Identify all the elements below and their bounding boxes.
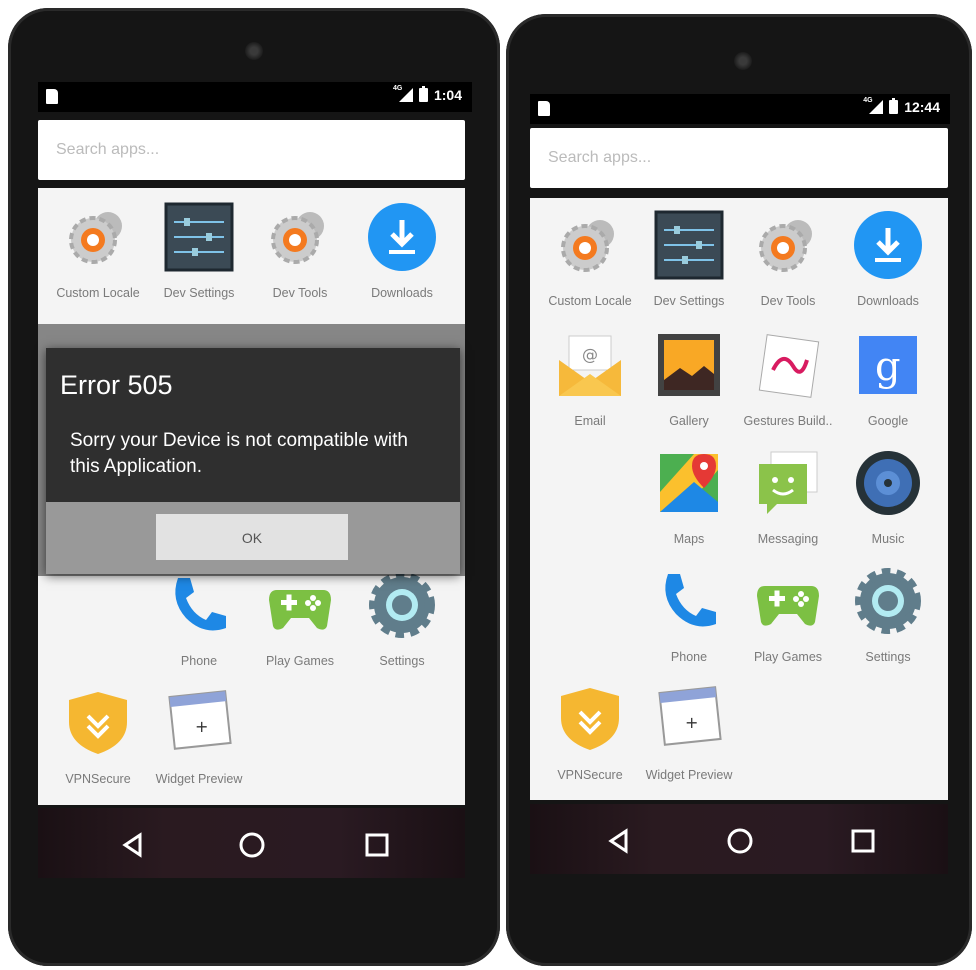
app-widget-preview[interactable]: + Widget Preview bbox=[149, 688, 249, 786]
app-vpnsecure[interactable]: VPNSecure bbox=[48, 688, 148, 786]
app-email[interactable]: @ Email bbox=[540, 330, 640, 428]
sd-card-icon bbox=[46, 89, 58, 104]
ok-button[interactable]: OK bbox=[156, 514, 348, 560]
google-g-icon: g bbox=[853, 330, 923, 400]
settings-gear-icon bbox=[853, 566, 923, 636]
svg-text:g: g bbox=[875, 344, 901, 390]
right-phone-frame: 4G 12:44 Search apps... Custom Locale De… bbox=[506, 14, 972, 966]
app-custom-locale[interactable]: Custom Locale bbox=[48, 202, 148, 300]
sliders-icon bbox=[654, 210, 724, 280]
widget-icon: + bbox=[164, 688, 234, 758]
home-icon[interactable] bbox=[725, 826, 755, 856]
search-apps-input[interactable]: Search apps... bbox=[530, 128, 948, 188]
home-icon[interactable] bbox=[237, 830, 267, 860]
app-gallery[interactable]: Gallery bbox=[639, 330, 739, 428]
sd-card-icon bbox=[538, 101, 550, 116]
dialog-title: Error 505 bbox=[60, 370, 173, 400]
error-dialog: Error 505 Sorry your Device is not compa… bbox=[46, 348, 460, 574]
svg-text:+: + bbox=[195, 717, 208, 736]
app-play-games[interactable]: Play Games bbox=[738, 566, 838, 664]
battery-icon bbox=[418, 86, 428, 102]
app-downloads[interactable]: Downloads bbox=[838, 210, 938, 308]
app-music[interactable]: Music bbox=[838, 448, 938, 546]
signal-icon: 4G bbox=[393, 85, 413, 102]
dialog-message: Sorry your Device is not compatible with… bbox=[70, 430, 408, 477]
gamepad-icon bbox=[265, 570, 335, 640]
svg-text:@: @ bbox=[582, 345, 598, 364]
app-vpnsecure[interactable]: VPNSecure bbox=[540, 684, 640, 782]
search-placeholder: Search apps... bbox=[56, 141, 160, 158]
right-status-bar: 4G 12:44 bbox=[530, 94, 950, 124]
shield-icon bbox=[63, 688, 133, 758]
svg-text:+: + bbox=[685, 713, 698, 732]
app-phone[interactable]: Phone bbox=[149, 570, 249, 668]
map-pin-icon bbox=[654, 448, 724, 518]
clock: 12:44 bbox=[904, 99, 940, 115]
app-google[interactable]: g Google bbox=[838, 330, 938, 428]
download-icon bbox=[853, 210, 923, 280]
recents-icon[interactable] bbox=[362, 830, 392, 860]
chat-bubble-icon bbox=[753, 448, 823, 518]
app-maps[interactable]: Maps bbox=[639, 448, 739, 546]
speaker-icon bbox=[853, 448, 923, 518]
envelope-icon: @ bbox=[555, 330, 625, 400]
dialog-button-bar: OK bbox=[46, 502, 460, 574]
app-widget-preview[interactable]: + Widget Preview bbox=[639, 684, 739, 782]
app-gestures-builder[interactable]: Gestures Build.. bbox=[738, 330, 838, 428]
left-status-bar: 4G 1:04 bbox=[38, 82, 472, 112]
gear-icon bbox=[555, 210, 625, 280]
app-downloads[interactable]: Downloads bbox=[352, 202, 452, 300]
app-dev-settings[interactable]: Dev Settings bbox=[149, 202, 249, 300]
app-dev-tools[interactable]: Dev Tools bbox=[738, 210, 838, 308]
right-nav-bar bbox=[530, 804, 948, 874]
search-apps-input[interactable]: Search apps... bbox=[38, 120, 465, 180]
back-icon[interactable] bbox=[604, 826, 634, 856]
settings-gear-icon bbox=[367, 570, 437, 640]
clock: 1:04 bbox=[433, 87, 462, 103]
gear-icon bbox=[63, 202, 133, 272]
app-dev-tools[interactable]: Dev Tools bbox=[250, 202, 350, 300]
widget-icon: + bbox=[654, 684, 724, 754]
gamepad-icon bbox=[753, 566, 823, 636]
phone-icon bbox=[654, 566, 724, 636]
signal-icon: 4G bbox=[863, 97, 884, 114]
battery-icon bbox=[889, 98, 899, 114]
app-settings[interactable]: Settings bbox=[352, 570, 452, 668]
app-dev-settings[interactable]: Dev Settings bbox=[639, 210, 739, 308]
picture-icon bbox=[654, 330, 724, 400]
app-settings[interactable]: Settings bbox=[838, 566, 938, 664]
app-custom-locale[interactable]: Custom Locale bbox=[540, 210, 640, 308]
gear-icon bbox=[753, 210, 823, 280]
search-placeholder: Search apps... bbox=[548, 149, 652, 166]
gesture-icon bbox=[753, 330, 823, 400]
front-camera bbox=[245, 42, 263, 60]
sliders-icon bbox=[164, 202, 234, 272]
shield-icon bbox=[555, 684, 625, 754]
phone-icon bbox=[164, 570, 234, 640]
front-camera bbox=[734, 52, 752, 70]
app-phone[interactable]: Phone bbox=[639, 566, 739, 664]
recents-icon[interactable] bbox=[848, 826, 878, 856]
app-play-games[interactable]: Play Games bbox=[250, 570, 350, 668]
app-messaging[interactable]: Messaging bbox=[738, 448, 838, 546]
left-nav-bar bbox=[38, 808, 465, 878]
gear-icon bbox=[265, 202, 335, 272]
download-icon bbox=[367, 202, 437, 272]
back-icon[interactable] bbox=[118, 830, 148, 860]
